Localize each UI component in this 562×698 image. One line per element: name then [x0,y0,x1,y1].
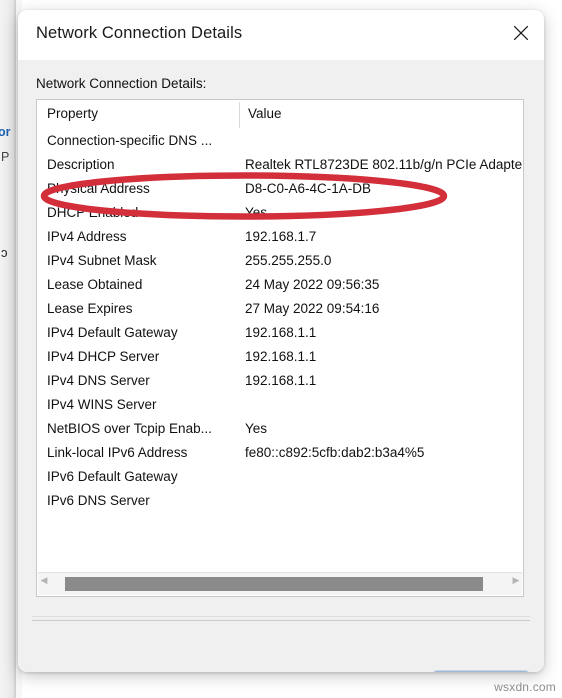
details-list-panel[interactable]: Property Value Connection-specific DNS .… [36,99,524,597]
dialog-titlebar: Network Connection Details [18,10,544,60]
network-connection-details-dialog: Network Connection Details Network Conne… [18,10,544,672]
row-value: Realtek RTL8723DE 802.11b/g/n PCIe Adapt… [245,157,523,172]
row-property: IPv4 Default Gateway [47,325,178,340]
row-value: 27 May 2022 09:54:16 [245,301,380,316]
close-button[interactable]: Close [433,671,529,672]
row-property: IPv4 DNS Server [47,373,150,388]
row-value: 192.168.1.1 [245,349,317,364]
details-rows: Connection-specific DNS ... Description Re… [37,130,523,514]
table-row[interactable]: Description Realtek RTL8723DE 802.11b/g/n… [37,154,523,178]
table-row[interactable]: IPv4 Address 192.168.1.7 [37,226,523,250]
background-glyph-fragment: ɔ [1,246,8,259]
table-row[interactable]: IPv4 DNS Server 192.168.1.1 [37,370,523,394]
row-property: Physical Address [47,181,150,196]
table-row[interactable]: IPv4 WINS Server [37,394,523,418]
row-property: IPv6 Default Gateway [47,469,178,484]
row-property: IPv4 DHCP Server [47,349,160,364]
table-row[interactable]: DHCP Enabled Yes [37,202,523,226]
row-property: IPv4 Address [47,229,127,244]
background-text-fragment: P [1,151,10,164]
footer-separator [32,616,530,617]
background-strip-outer [0,0,14,698]
horizontal-scrollbar[interactable]: ◀ ▶ [38,572,522,595]
column-divider[interactable] [239,102,240,128]
watermark: wsxdn.com [494,680,556,694]
row-property: IPv4 WINS Server [47,397,157,412]
row-property: NetBIOS over Tcpip Enab... [47,421,212,436]
row-value: 192.168.1.1 [245,325,317,340]
row-property: Lease Expires [47,301,133,316]
table-row[interactable]: IPv6 DNS Server [37,490,523,514]
footer-separator-secondary [32,620,530,621]
row-value: 192.168.1.1 [245,373,317,388]
row-property: IPv6 DNS Server [47,493,150,508]
dialog-body: Network Connection Details: Property Val… [18,60,544,672]
row-value: 192.168.1.7 [245,229,317,244]
row-value: 24 May 2022 09:56:35 [245,277,380,292]
section-label: Network Connection Details: [36,76,207,91]
table-row[interactable]: IPv4 Default Gateway 192.168.1.1 [37,322,523,346]
table-row[interactable]: Lease Expires 27 May 2022 09:54:16 [37,298,523,322]
row-property: Description [47,157,115,172]
column-header-value[interactable]: Value [248,106,282,121]
table-row[interactable]: Lease Obtained 24 May 2022 09:56:35 [37,274,523,298]
scrollbar-thumb[interactable] [65,577,483,591]
table-row[interactable]: IPv6 Default Gateway [37,466,523,490]
row-value: fe80::c892:5cfb:dab2:b3a4%5 [245,445,425,460]
row-value: 255.255.255.0 [245,253,332,268]
row-property: Lease Obtained [47,277,143,292]
scrollbar-track[interactable] [48,577,512,591]
table-row[interactable]: Link-local IPv6 Address fe80::c892:5cfb:d… [37,442,523,466]
row-value: Yes [245,421,268,436]
close-icon[interactable] [498,10,544,56]
row-property: DHCP Enabled [47,205,139,220]
row-value: Yes [245,205,268,220]
column-header-property[interactable]: Property [47,106,98,121]
table-row[interactable]: NetBIOS over Tcpip Enab... Yes [37,418,523,442]
table-row[interactable]: Connection-specific DNS ... [37,130,523,154]
table-row[interactable]: IPv4 Subnet Mask 255.255.255.0 [37,250,523,274]
table-row[interactable]: Physical Address D8-C0-A6-4C-1A-DB [37,178,523,202]
dialog-title: Network Connection Details [36,24,243,42]
row-property: Connection-specific DNS ... [47,133,213,148]
row-property: IPv4 Subnet Mask [47,253,157,268]
table-row[interactable]: IPv4 DHCP Server 192.168.1.1 [37,346,523,370]
row-property: Link-local IPv6 Address [47,445,188,460]
row-value: D8-C0-A6-4C-1A-DB [245,181,372,196]
background-link-fragment[interactable]: or [0,126,11,139]
